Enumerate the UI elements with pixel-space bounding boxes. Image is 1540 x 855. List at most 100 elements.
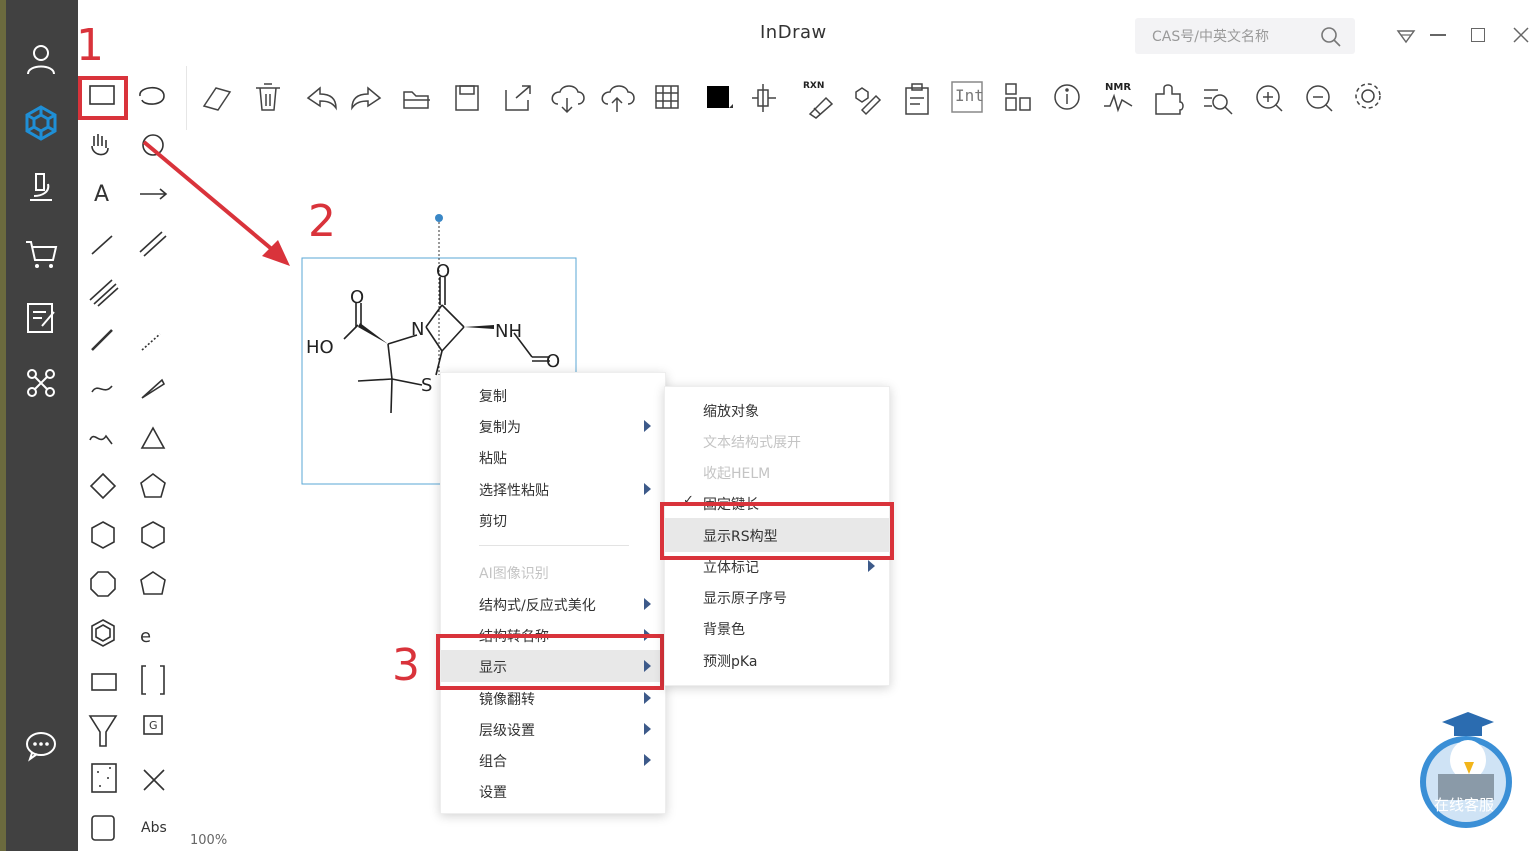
nmr-icon [1104, 93, 1133, 113]
export-icon [505, 85, 531, 111]
benzene-inner [95, 624, 111, 642]
maximize-icon[interactable] [1471, 28, 1485, 42]
submenu-arrow-icon [868, 560, 875, 572]
submenu-arrow-icon [644, 483, 651, 495]
step-2-label: 2 [308, 196, 336, 247]
menu-separator [479, 545, 629, 546]
scissors-icon [143, 769, 165, 791]
submenu-item-show-atom-index[interactable]: 显示原子序号 [665, 582, 889, 612]
search-icon[interactable] [1320, 26, 1342, 48]
trash-icon [256, 83, 280, 111]
funnel-icon [88, 715, 118, 747]
left-sidebar [0, 0, 78, 851]
text-tool[interactable]: A [94, 182, 109, 207]
clipboard-flask-icon [905, 83, 929, 115]
atom-nh: NH [495, 321, 522, 342]
menu-item-paste[interactable]: 粘贴 [441, 442, 665, 472]
template-icon [91, 815, 115, 841]
rxn-icon [808, 96, 834, 119]
user-icon[interactable] [22, 40, 60, 78]
step-3-label: 3 [392, 640, 420, 691]
grid-icon [655, 85, 679, 109]
submenu-item-collapse-helm: 收起HELM [703, 466, 771, 482]
submenu-arrow-icon [644, 692, 651, 704]
menu-item-beautify[interactable]: 结构式/反应式美化 [441, 589, 665, 619]
hln-icon [1005, 83, 1031, 111]
atom-ho: HO [306, 337, 334, 358]
clean-icon [855, 87, 882, 116]
bracket-icon [141, 665, 165, 695]
eraser-icon [202, 87, 232, 111]
online-service-badge[interactable]: 在线客服 [1418, 712, 1518, 832]
cloud-upload-icon [601, 85, 635, 112]
palette-tools-drawing: G e [88, 85, 168, 841]
color-icon [707, 86, 729, 108]
minimize-icon[interactable] [1430, 34, 1446, 36]
atom-o-amide: O [546, 351, 560, 372]
zoom-level: 100% [190, 833, 228, 848]
svg-text:G: G [149, 719, 158, 732]
step4-highlight-box [660, 502, 894, 560]
submenu-item-predict-pka[interactable]: 预测pKa [665, 645, 889, 675]
context-menu: 复制 复制为 粘贴 选择性粘贴 剪切 AI图像识别 结构式/反应式美化 结构转名… [440, 372, 666, 814]
heptagon-icon [140, 571, 166, 595]
online-service-label: 在线客服 [1434, 796, 1495, 814]
sidebar-edge [0, 0, 6, 851]
hexagon-icon [91, 521, 115, 549]
search-placeholder: CAS号/中英文名称 [1152, 29, 1269, 45]
find-icon [1204, 89, 1218, 107]
chat-icon[interactable] [22, 726, 60, 764]
submenu-arrow-icon [644, 598, 651, 610]
submenu-arrow-icon [644, 420, 651, 432]
menu-item-copy[interactable]: 复制 [441, 380, 665, 410]
open-folder-icon [403, 91, 430, 109]
microscope-icon[interactable] [22, 168, 60, 206]
palette-tools: G e [78, 0, 186, 851]
nmr-label: NMR [1105, 82, 1132, 93]
notes-icon[interactable] [22, 298, 60, 336]
abs-tool[interactable]: Abs [141, 820, 167, 836]
hand-icon [91, 134, 109, 156]
triangle-icon [140, 426, 166, 449]
atom-o-top: O [436, 261, 450, 282]
menu-item-group[interactable]: 组合 [441, 745, 665, 775]
menu-item-ai-recognition: AI图像识别 [479, 566, 549, 582]
menu-item-paste-special[interactable]: 选择性粘贴 [441, 474, 665, 504]
menu-item-copy-as[interactable]: 复制为 [441, 411, 665, 441]
pentagon-icon [140, 473, 166, 498]
graph-icon[interactable] [22, 364, 60, 402]
submenu-arrow-icon [644, 723, 651, 735]
submenu-arrow-icon [644, 754, 651, 766]
step1-highlight-box [78, 76, 128, 120]
submenu-item-background-color[interactable]: 背景色 [665, 613, 889, 643]
rectangle-icon [91, 673, 117, 691]
submenu-item-expand-text: 文本结构式展开 [703, 435, 801, 451]
cart-icon[interactable] [22, 234, 60, 272]
menu-triangle-icon[interactable] [1396, 28, 1416, 44]
wedge-hollow-icon [141, 378, 166, 399]
bold-bond-icon [91, 329, 113, 351]
octagon-icon [90, 571, 116, 597]
toolbar-icons [202, 81, 1381, 119]
rxn-label: RXN [803, 81, 825, 91]
align-icon [752, 84, 776, 112]
int-label: Int [955, 86, 984, 105]
hexagon2-icon [141, 521, 165, 549]
single-bond-icon [91, 235, 113, 255]
menu-item-layer[interactable]: 层级设置 [441, 714, 665, 744]
close-icon[interactable] [1512, 26, 1530, 44]
molecule-hex-icon[interactable] [22, 104, 60, 142]
puzzle-icon [1155, 84, 1184, 115]
diamond-icon [89, 472, 117, 500]
dots-icon [91, 763, 117, 793]
atom-n: N [411, 319, 424, 340]
hash-bond-icon [141, 333, 161, 351]
svg-text:e: e [140, 626, 151, 647]
submenu-item-scale-object[interactable]: 缩放对象 [665, 395, 889, 425]
lasso-icon [139, 86, 165, 105]
menu-item-cut[interactable]: 剪切 [441, 505, 665, 535]
redo-icon [351, 86, 382, 111]
cloud-download-icon [551, 85, 585, 114]
settings-icon [1361, 89, 1375, 103]
menu-item-settings[interactable]: 设置 [441, 776, 665, 806]
